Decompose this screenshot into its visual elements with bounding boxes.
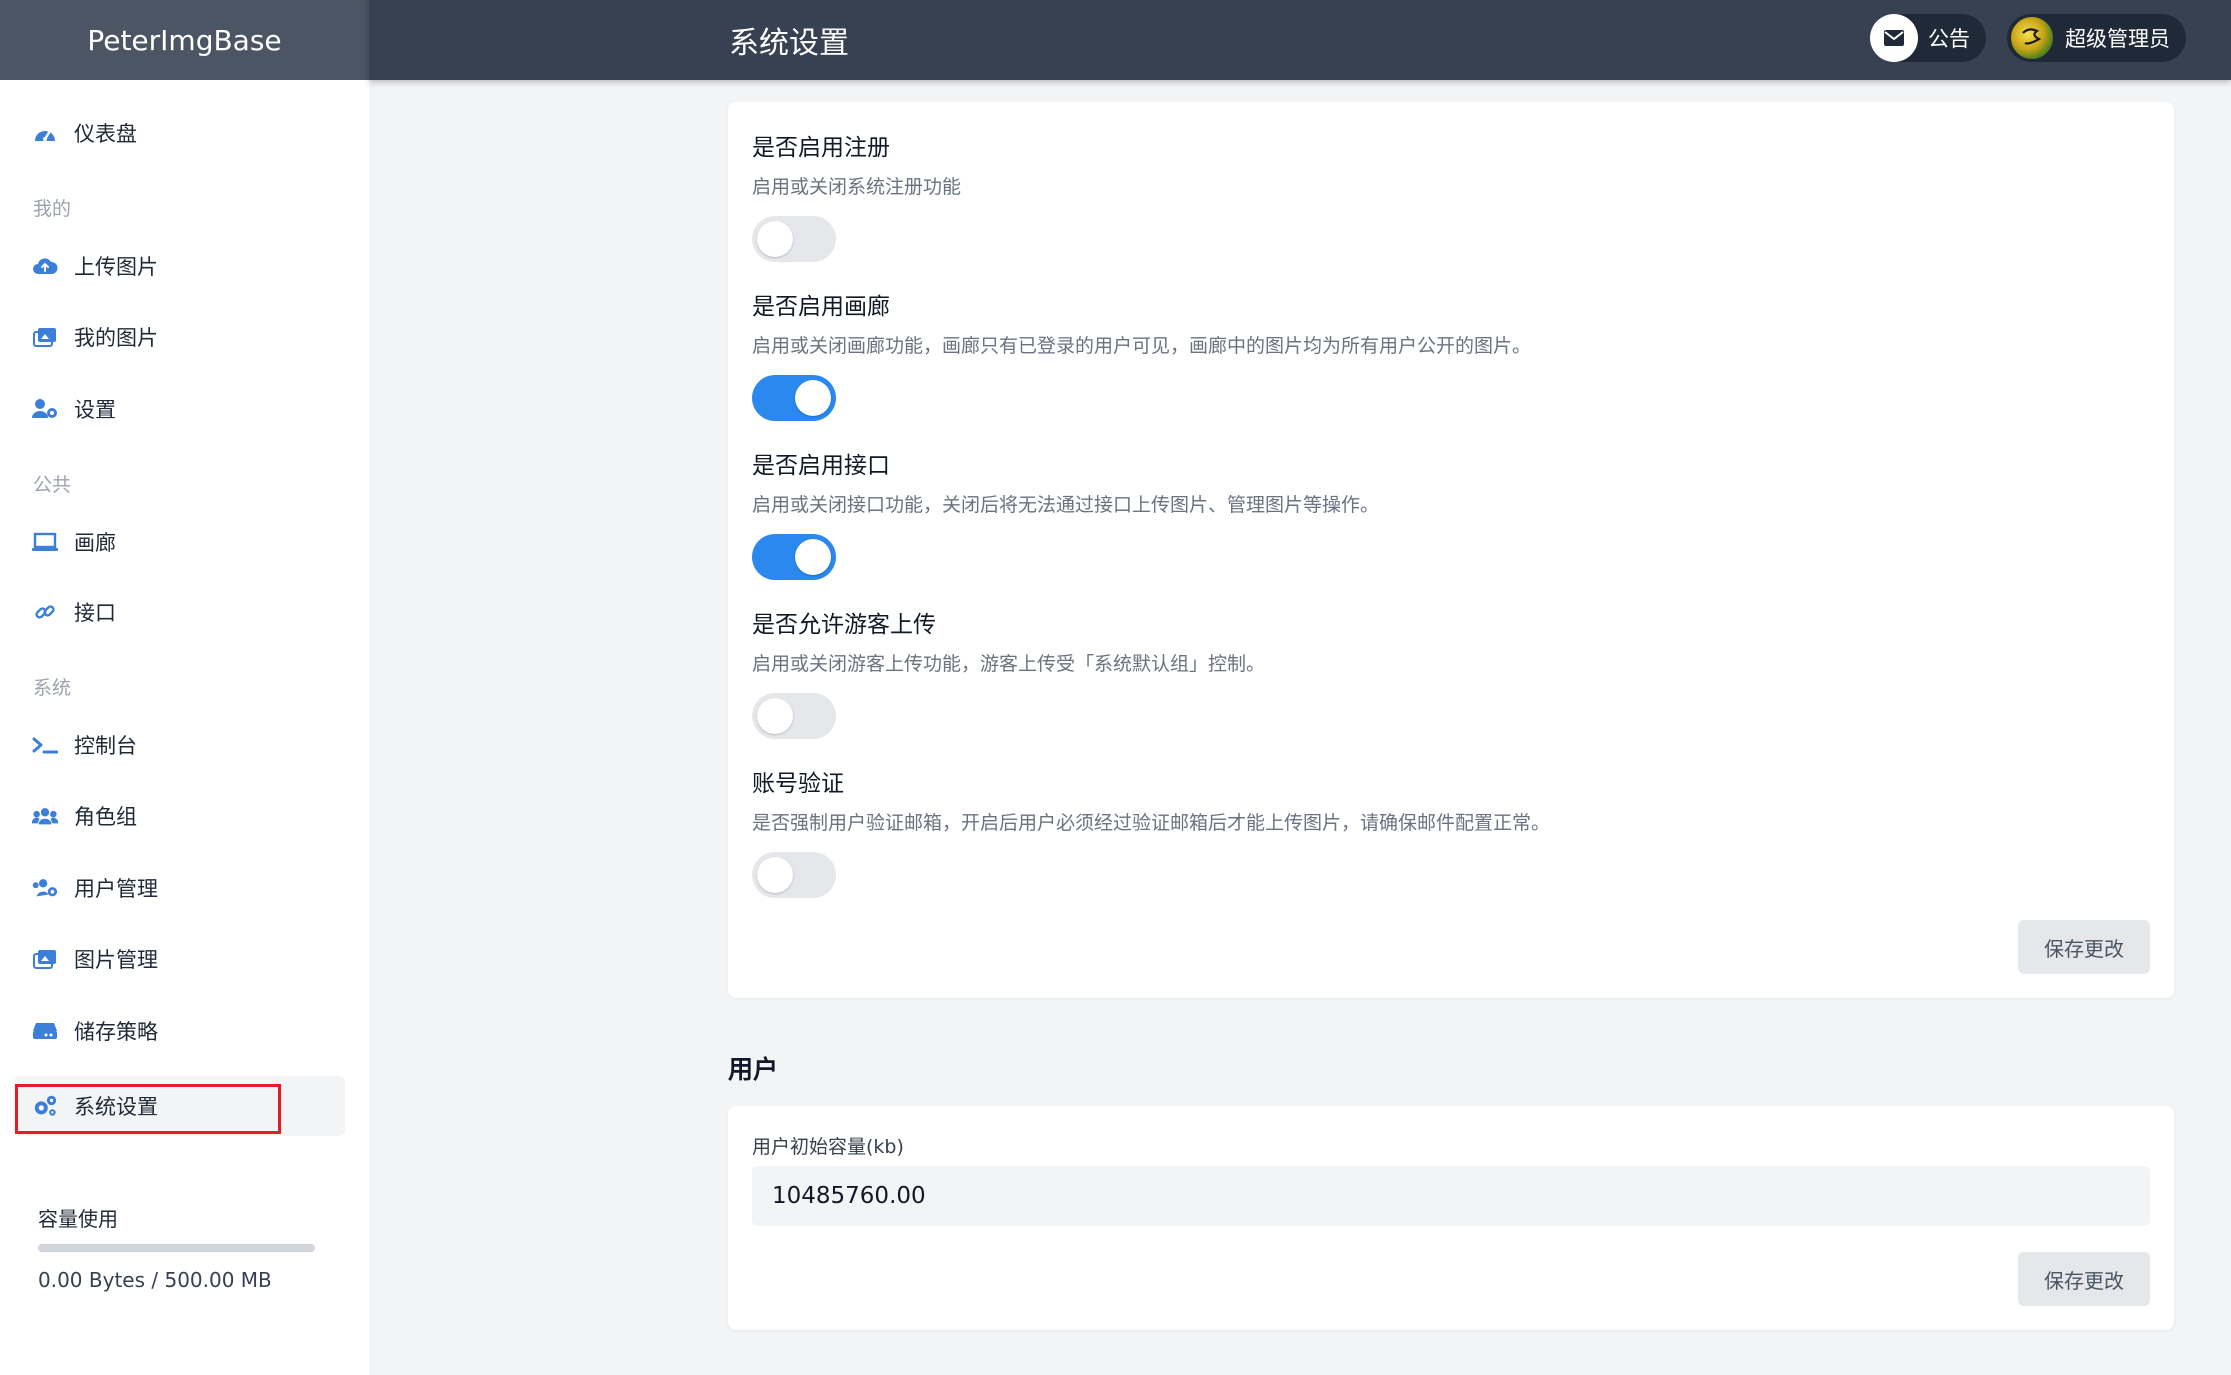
sidebar-item-label: 角色组 bbox=[74, 805, 137, 829]
initial-capacity-input[interactable] bbox=[752, 1166, 2150, 1226]
sidebar-item-label: 图片管理 bbox=[74, 948, 158, 972]
setting-api: 是否启用接口 启用或关闭接口功能，关闭后将无法通过接口上传图片、管理图片等操作。 bbox=[752, 446, 2132, 517]
toggle-account-verification[interactable] bbox=[752, 852, 836, 898]
toggle-gallery[interactable] bbox=[752, 375, 836, 421]
brand-logo[interactable]: PeterImgBase bbox=[0, 0, 369, 80]
sidebar-item-label: 仪表盘 bbox=[74, 122, 137, 146]
images-icon bbox=[32, 946, 58, 972]
setting-title: 是否启用接口 bbox=[752, 453, 890, 479]
sidebar: 仪表盘 我的 上传图片 我的图片 设置 公共 画廊 接口 系统 控制台 角色组 … bbox=[0, 80, 369, 1375]
cloud-upload-icon bbox=[32, 253, 58, 279]
sidebar-item-label: 系统设置 bbox=[74, 1095, 158, 1119]
setting-account-verification: 账号验证 是否强制用户验证邮箱，开启后用户必须经过验证邮箱后才能上传图片，请确保… bbox=[752, 764, 2132, 835]
system-settings-card: 是否启用注册 启用或关闭系统注册功能 是否启用画廊 启用或关闭画廊功能，画廊只有… bbox=[728, 102, 2174, 998]
notice-button[interactable]: 公告 bbox=[1870, 14, 1986, 62]
users-cog-icon bbox=[32, 875, 58, 901]
sidebar-item-label: 我的图片 bbox=[74, 326, 158, 350]
setting-title: 是否允许游客上传 bbox=[752, 612, 936, 638]
sidebar-item-dashboard[interactable]: 仪表盘 bbox=[14, 103, 345, 163]
sidebar-item-system-settings[interactable]: 系统设置 bbox=[14, 1076, 345, 1136]
usage-progress-bar bbox=[38, 1244, 315, 1252]
sidebar-item-upload[interactable]: 上传图片 bbox=[14, 236, 345, 296]
users-icon bbox=[32, 803, 58, 829]
toggle-api[interactable] bbox=[752, 534, 836, 580]
setting-description: 启用或关闭游客上传功能，游客上传受「系统默认组」控制。 bbox=[752, 653, 1266, 675]
setting-description: 是否强制用户验证邮箱，开启后用户必须经过验证邮箱后才能上传图片，请确保邮件配置正… bbox=[752, 812, 1551, 834]
sidebar-item-user-management[interactable]: 用户管理 bbox=[14, 858, 345, 918]
sidebar-item-label: 接口 bbox=[74, 601, 116, 625]
save-settings-button[interactable]: 保存更改 bbox=[2018, 920, 2150, 974]
avatar bbox=[2009, 15, 2055, 61]
sidebar-item-settings[interactable]: 设置 bbox=[14, 379, 345, 439]
terminal-icon bbox=[32, 732, 58, 758]
notice-label: 公告 bbox=[1928, 27, 1970, 51]
gauge-icon bbox=[32, 120, 58, 146]
user-menu-button[interactable]: 超级管理员 bbox=[2007, 14, 2186, 62]
top-header: 系统设置 公告 超级管理员 bbox=[369, 0, 2231, 80]
sidebar-item-image-management[interactable]: 图片管理 bbox=[14, 929, 345, 989]
page-title: 系统设置 bbox=[729, 26, 849, 61]
sidebar-item-api[interactable]: 接口 bbox=[14, 582, 345, 642]
setting-description: 启用或关闭画廊功能，画廊只有已登录的用户可见，画廊中的图片均为所有用户公开的图片… bbox=[752, 335, 1532, 357]
usage-label: 容量使用 bbox=[38, 1207, 118, 1231]
sidebar-item-role-groups[interactable]: 角色组 bbox=[14, 786, 345, 846]
sidebar-item-label: 设置 bbox=[74, 398, 116, 422]
sidebar-item-my-images[interactable]: 我的图片 bbox=[14, 307, 345, 367]
laptop-icon bbox=[32, 529, 58, 555]
save-user-settings-button[interactable]: 保存更改 bbox=[2018, 1252, 2150, 1306]
sidebar-item-label: 上传图片 bbox=[74, 255, 158, 279]
user-section-heading: 用户 bbox=[728, 1055, 779, 1084]
user-label: 超级管理员 bbox=[2065, 27, 2170, 51]
initial-capacity-label: 用户初始容量(kb) bbox=[752, 1136, 904, 1158]
images-icon bbox=[32, 324, 58, 350]
sidebar-item-label: 用户管理 bbox=[74, 877, 158, 901]
link-icon bbox=[32, 599, 58, 625]
setting-gallery: 是否启用画廊 启用或关闭画廊功能，画廊只有已登录的用户可见，画廊中的图片均为所有… bbox=[752, 287, 2132, 358]
setting-title: 账号验证 bbox=[752, 771, 844, 797]
sidebar-item-gallery[interactable]: 画廊 bbox=[14, 512, 345, 572]
envelope-icon bbox=[1870, 14, 1918, 62]
setting-registration: 是否启用注册 启用或关闭系统注册功能 bbox=[752, 128, 2132, 199]
setting-description: 启用或关闭接口功能，关闭后将无法通过接口上传图片、管理图片等操作。 bbox=[752, 494, 1380, 516]
sidebar-item-console[interactable]: 控制台 bbox=[14, 715, 345, 775]
sidebar-item-storage-strategy[interactable]: 储存策略 bbox=[14, 1001, 345, 1061]
section-label-mine: 我的 bbox=[33, 198, 72, 220]
cogs-icon bbox=[32, 1093, 58, 1119]
sidebar-item-label: 储存策略 bbox=[74, 1020, 158, 1044]
usage-text: 0.00 Bytes / 500.00 MB bbox=[38, 1268, 272, 1292]
sidebar-item-label: 控制台 bbox=[74, 734, 137, 758]
hdd-icon bbox=[32, 1018, 58, 1044]
setting-title: 是否启用画廊 bbox=[752, 294, 890, 320]
user-cog-icon bbox=[32, 396, 58, 422]
toggle-guest-upload[interactable] bbox=[752, 693, 836, 739]
section-label-public: 公共 bbox=[33, 474, 72, 496]
user-settings-card: 用户初始容量(kb) 保存更改 bbox=[728, 1106, 2174, 1330]
toggle-registration[interactable] bbox=[752, 216, 836, 262]
setting-title: 是否启用注册 bbox=[752, 135, 890, 161]
sidebar-item-label: 画廊 bbox=[74, 531, 116, 555]
section-label-system: 系统 bbox=[33, 677, 72, 699]
setting-description: 启用或关闭系统注册功能 bbox=[752, 176, 962, 198]
setting-guest-upload: 是否允许游客上传 启用或关闭游客上传功能，游客上传受「系统默认组」控制。 bbox=[752, 605, 2132, 676]
